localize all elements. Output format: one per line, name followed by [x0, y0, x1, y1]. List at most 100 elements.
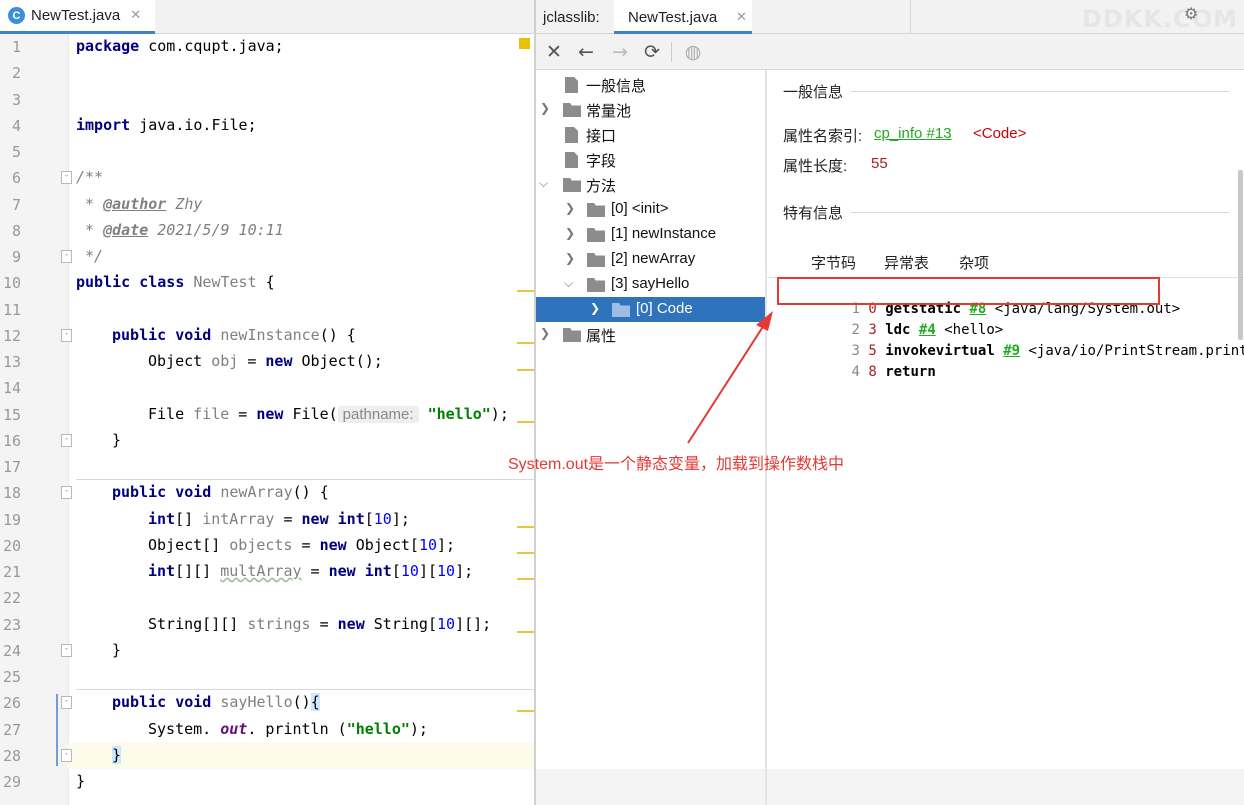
line-number: 25 — [2, 668, 21, 686]
editor-tab-newtest[interactable]: C NewTest.java ✕ — [0, 0, 155, 34]
tab-bytecode[interactable]: 字节码 — [811, 252, 856, 273]
tree-node-interfaces[interactable]: 接口 — [536, 122, 765, 147]
code-line: 4 import java.io.File; — [0, 113, 535, 139]
code-token: intArray — [202, 510, 275, 528]
chevron-right-icon[interactable]: ❯ — [565, 226, 575, 240]
tree-node-attributes[interactable]: ❯ 属性 — [536, 322, 765, 347]
tree-node-method-newarray[interactable]: ❯ [2] newArray — [536, 247, 765, 272]
tree-node-label: 常量池 — [586, 103, 632, 120]
code-token: int — [148, 510, 176, 528]
code-line: 24 - } — [0, 638, 535, 664]
java-class-icon: C — [8, 7, 25, 24]
chevron-right-icon[interactable]: ❯ — [565, 251, 575, 265]
bytecode-listing[interactable]: 1 0 getstatic #8 <java/lang/System.out> … — [784, 283, 1244, 765]
code-editor[interactable]: C NewTest.java ✕ 1 package com.cqupt.jav… — [0, 0, 535, 805]
line-number: 2 — [11, 64, 21, 82]
code-token: public void — [112, 483, 212, 501]
code-line: 15 File file = new File(pathname: "hello… — [0, 402, 535, 428]
tree-node-constant-pool[interactable]: ❯ 常量池 — [536, 97, 765, 122]
warning-stripe[interactable] — [517, 421, 534, 423]
tree-node-method-sayhello[interactable]: ⌵ [3] sayHello — [536, 272, 765, 297]
class-structure-tree[interactable]: 一般信息 ❯ 常量池 接口 字段 ⌵ 方法 ❯ [0] <init> ❯ [1]… — [536, 70, 765, 805]
line-number: 24 — [2, 642, 21, 660]
tree-node-general-info[interactable]: 一般信息 — [536, 72, 765, 97]
chevron-right-icon[interactable]: ❯ — [590, 301, 600, 315]
gear-icon[interactable]: ⚙ — [1184, 4, 1198, 23]
code-line: 6 - /** — [0, 165, 535, 191]
code-token: @date — [103, 221, 149, 239]
warning-stripe[interactable] — [517, 369, 534, 371]
watermark: DDKK.COM — [1082, 5, 1239, 33]
close-icon[interactable]: ✕ — [542, 39, 566, 65]
code-token: new — [256, 405, 284, 423]
code-token: package — [76, 37, 140, 55]
code-token: /** — [76, 168, 104, 186]
fold-icon[interactable]: - — [61, 329, 72, 342]
code-token: new — [337, 615, 365, 633]
fold-icon[interactable]: - — [61, 434, 72, 447]
folder-icon — [612, 303, 630, 317]
detail-scrollbar-area[interactable] — [767, 769, 1244, 805]
code-token: NewTest — [184, 273, 257, 291]
tab-exception-table[interactable]: 异常表 — [884, 252, 929, 273]
tree-node-label: [1] newInstance — [611, 225, 717, 242]
refresh-icon[interactable]: ⟳ — [640, 39, 664, 65]
tree-node-fields[interactable]: 字段 — [536, 147, 765, 172]
tree-node-methods[interactable]: ⌵ 方法 — [536, 172, 765, 197]
code-token: 2021/5/9 10:11 — [148, 221, 284, 239]
bytecode-row[interactable]: 2 3 ldc #4 <hello> — [784, 306, 1003, 338]
chevron-right-icon[interactable]: ❯ — [565, 201, 575, 215]
folder-icon — [587, 228, 605, 242]
parameter-hint: pathname: — [337, 406, 419, 423]
back-icon[interactable]: ← — [574, 39, 598, 65]
code-token: = — [229, 405, 257, 423]
chevron-down-icon[interactable]: ⌵ — [564, 276, 573, 291]
tree-node-method-init[interactable]: ❯ [0] <init> — [536, 197, 765, 222]
code-token: Zhy — [166, 195, 203, 213]
warning-stripe[interactable] — [517, 578, 534, 580]
tree-node-label: 字段 — [586, 153, 617, 170]
chevron-right-icon[interactable]: ❯ — [540, 326, 550, 340]
fold-icon[interactable]: - — [61, 486, 72, 499]
browser-icon[interactable]: ◍ — [681, 39, 705, 65]
code-line: 18 - public void newArray() { — [0, 480, 535, 506]
line-number: 9 — [11, 248, 21, 266]
cp-info-link[interactable]: cp_info #13 — [874, 125, 952, 142]
tab-misc[interactable]: 杂项 — [959, 252, 989, 273]
close-tab-icon[interactable]: ✕ — [130, 8, 141, 23]
warning-stripe[interactable] — [517, 631, 534, 633]
bytecode-arg: <java/io/PrintStream.println> — [1028, 343, 1244, 359]
tree-scrollbar-area[interactable] — [536, 769, 765, 805]
fold-icon[interactable]: - — [61, 749, 72, 762]
tree-node-method-newinstance[interactable]: ❯ [1] newInstance — [536, 222, 765, 247]
warning-stripe[interactable] — [517, 710, 534, 712]
tree-node-code-attribute[interactable]: ❯ [0] Code — [536, 297, 765, 322]
bytecode-cp-ref-link[interactable]: #9 — [1003, 343, 1020, 359]
chevron-down-icon[interactable]: ⌵ — [539, 176, 548, 191]
annotation-text: System.out是一个静态变量，加载到操作数栈中 — [508, 456, 845, 473]
line-number: 22 — [2, 589, 21, 607]
bytecode-row[interactable]: 3 5 invokevirtual #9 <java/io/PrintStrea… — [784, 327, 1244, 359]
fold-icon[interactable]: - — [61, 696, 72, 709]
jclasslib-tab-newtest[interactable]: NewTest.java ✕ — [614, 0, 752, 34]
forward-icon[interactable]: → — [608, 39, 632, 65]
fold-icon[interactable]: - — [61, 171, 72, 184]
code-token: * — [76, 195, 104, 213]
fold-icon[interactable]: - — [61, 644, 72, 657]
bytecode-row[interactable]: 4 8 return — [784, 348, 935, 380]
code-token: ]; — [437, 536, 456, 554]
warning-stripe[interactable] — [517, 552, 534, 554]
code-token: new — [319, 536, 347, 554]
line-number: 10 — [2, 274, 21, 292]
warning-stripe[interactable] — [517, 290, 534, 292]
tree-node-label: [0] Code — [636, 300, 693, 317]
chevron-right-icon[interactable]: ❯ — [540, 101, 550, 115]
code-token: System. — [148, 720, 221, 738]
code-token: file — [193, 405, 230, 423]
code-token: = — [301, 562, 329, 580]
fold-icon[interactable]: - — [61, 250, 72, 263]
warning-stripe[interactable] — [517, 342, 534, 344]
warning-stripe[interactable] — [517, 526, 534, 528]
close-tab-icon[interactable]: ✕ — [736, 10, 747, 25]
scrollbar-thumb[interactable] — [1238, 170, 1243, 340]
